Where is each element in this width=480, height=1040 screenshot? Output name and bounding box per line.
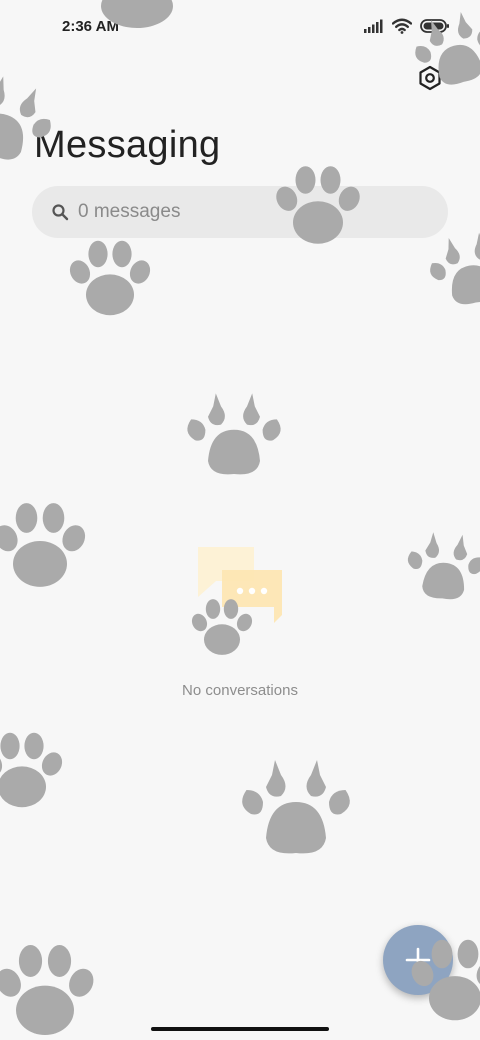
paw-print [404,530,480,602]
settings-button[interactable] [414,64,446,96]
status-bar: 2:36 AM [0,0,480,56]
status-icons [364,18,450,38]
search-bar[interactable]: 0 messages [32,186,448,238]
paw-print [425,228,480,310]
paw-print [187,393,281,475]
paw-print [0,732,66,808]
paw-print [66,240,154,316]
new-conversation-button[interactable] [383,925,453,995]
conversation-bubbles-icon [194,545,286,627]
home-gesture-handle[interactable] [151,1027,329,1031]
paw-print [242,760,350,854]
gear-icon [417,65,443,96]
page-title: Messaging [34,124,221,166]
search-icon [50,202,70,222]
wifi-icon [391,18,413,39]
plus-icon [405,947,431,973]
status-time: 2:36 AM [62,18,119,35]
paw-print [0,503,90,587]
empty-state-text: No conversations [182,682,298,699]
messaging-screen: 2:36 AM Messaging 0 messages No conversa… [0,0,480,1040]
search-message-count: 0 messages [78,201,181,222]
battery-icon [420,18,450,39]
signal-icon [364,19,384,38]
